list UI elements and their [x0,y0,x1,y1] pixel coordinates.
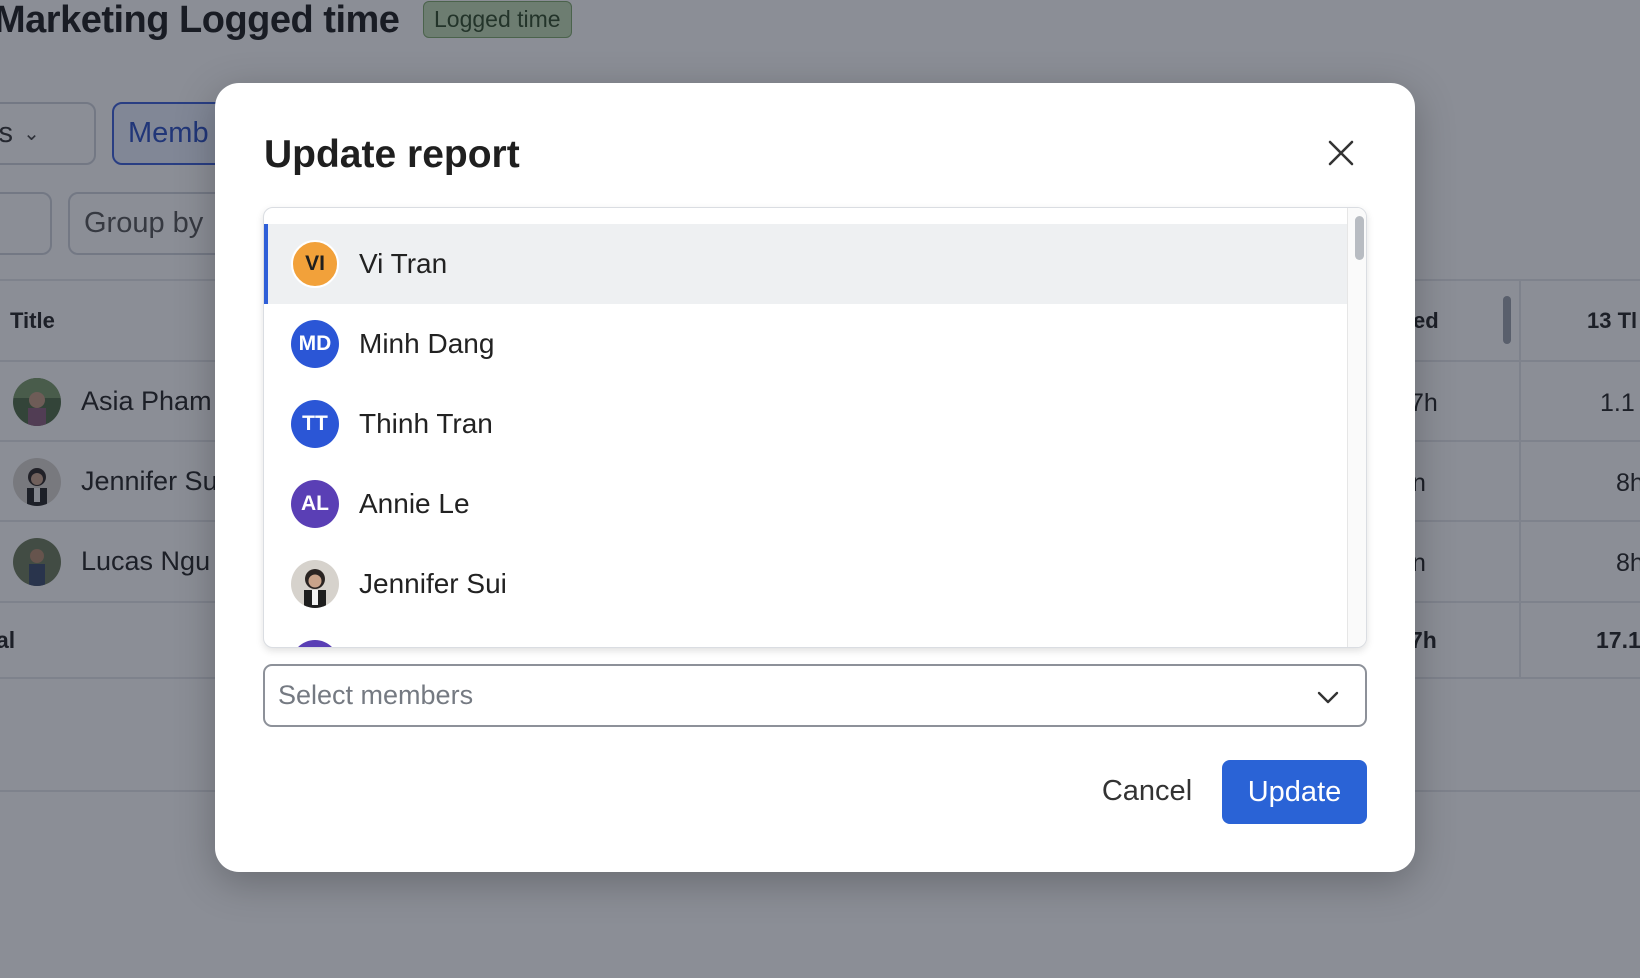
member-option[interactable]: Jennifer Sui [264,544,1347,624]
update-button[interactable]: Update [1222,760,1367,824]
select-members-placeholder: Select members [278,680,474,710]
chevron-down-icon [1317,691,1339,704]
member-option[interactable] [264,624,1347,647]
member-option-label: Jennifer Sui [359,568,507,599]
avatar [291,560,339,608]
modal-title: Update report [264,133,520,176]
avatar [291,640,339,647]
member-option[interactable]: VI Vi Tran [264,224,1347,304]
scrollbar-thumb[interactable] [1355,216,1364,260]
avatar: VI [291,240,339,288]
avatar: MD [291,320,339,368]
member-option[interactable]: MD Minh Dang [264,304,1347,384]
dropdown-scrollbar[interactable] [1347,208,1366,647]
member-option[interactable]: AL Annie Le [264,464,1347,544]
update-report-modal: Update report VI Vi Tran MD Minh Dang TT… [215,83,1415,872]
select-members-input[interactable]: Select members [263,664,1367,727]
member-option-label: Thinh Tran [359,408,493,439]
member-option-label: Vi Tran [359,248,448,279]
member-option-label: Annie Le [359,488,470,519]
member-option-label: Minh Dang [359,328,495,359]
member-option[interactable]: TT Thinh Tran [264,384,1347,464]
close-icon[interactable] [1323,135,1359,171]
cancel-button[interactable]: Cancel [1077,760,1217,822]
avatar: TT [291,400,339,448]
members-dropdown-list: VI Vi Tran MD Minh Dang TT Thinh Tran AL… [263,207,1367,648]
avatar: AL [291,480,339,528]
